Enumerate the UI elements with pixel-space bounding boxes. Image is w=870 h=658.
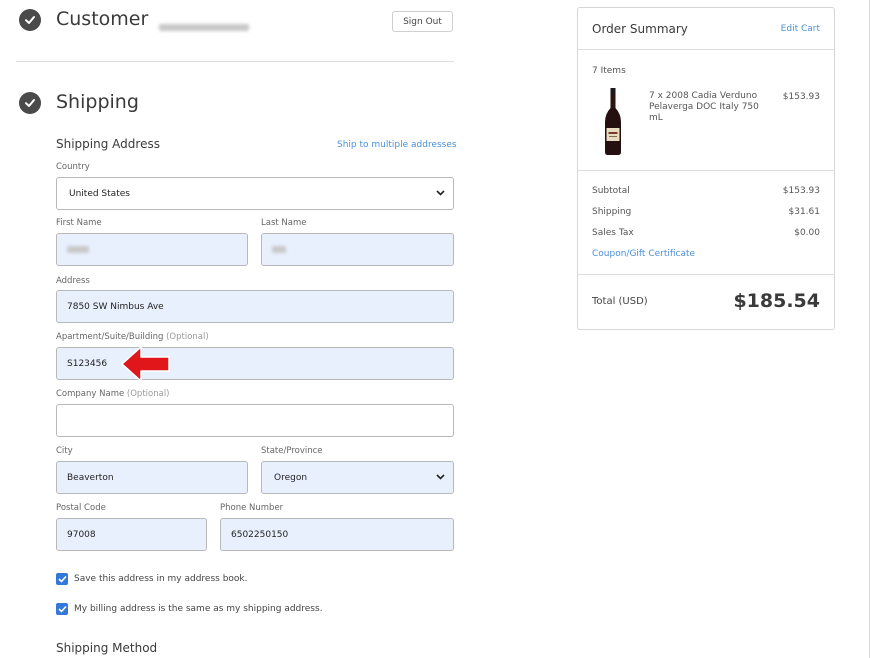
checkmark-icon <box>57 575 67 583</box>
state-select-value: Oregon <box>274 472 308 483</box>
first-name-redacted <box>67 246 89 253</box>
phone-number-input[interactable]: 6502250150 <box>220 518 454 551</box>
city-input-value: Beaverton <box>67 472 114 483</box>
shipping-cost-value: $31.61 <box>788 207 821 217</box>
phone-number-input-value: 6502250150 <box>231 529 289 540</box>
billing-same-checkbox[interactable] <box>56 603 68 615</box>
shipping-method-title: Shipping Method <box>56 641 158 655</box>
address-input-value: 7850 SW Nimbus Ave <box>67 301 164 312</box>
order-summary-title: Order Summary <box>592 22 688 36</box>
summary-divider <box>578 274 834 275</box>
save-address-label[interactable]: Save this address in my address book. <box>74 574 248 584</box>
summary-divider <box>578 170 834 171</box>
apartment-label-text: Apartment/Suite/Building <box>56 332 164 342</box>
shipping-cost-label: Shipping <box>592 207 632 217</box>
sign-out-button[interactable]: Sign Out <box>392 11 453 32</box>
last-name-redacted <box>272 246 286 253</box>
total-value: $185.54 <box>733 290 820 312</box>
subtotal-label: Subtotal <box>592 186 630 196</box>
country-select[interactable]: United States <box>56 177 454 210</box>
red-arrow-icon <box>120 345 172 387</box>
customer-email-redacted <box>159 16 249 35</box>
shipping-step-check-icon <box>19 92 41 114</box>
edit-cart-link[interactable]: Edit Cart <box>781 24 820 34</box>
country-label: Country <box>56 162 90 172</box>
phone-number-label: Phone Number <box>220 503 284 513</box>
first-name-label: First Name <box>56 218 102 228</box>
postal-code-input-value: 97008 <box>67 529 96 540</box>
first-name-input[interactable] <box>56 233 248 266</box>
subtotal-value: $153.93 <box>782 186 820 196</box>
shipping-step-title: Shipping <box>56 91 139 113</box>
last-name-input[interactable] <box>261 233 454 266</box>
customer-step-title: Customer <box>56 8 149 30</box>
state-select[interactable]: Oregon <box>261 461 454 494</box>
company-input[interactable] <box>56 404 454 437</box>
city-input[interactable]: Beaverton <box>56 461 248 494</box>
apartment-label: Apartment/Suite/Building (Optional) <box>56 332 209 342</box>
last-name-label: Last Name <box>261 218 307 228</box>
address-input[interactable]: 7850 SW Nimbus Ave <box>56 290 454 323</box>
wine-bottle-icon <box>603 88 623 160</box>
checkmark-icon <box>57 605 67 613</box>
postal-code-input[interactable]: 97008 <box>56 518 207 551</box>
chevron-down-icon <box>436 473 445 483</box>
sales-tax-value: $0.00 <box>794 228 820 238</box>
postal-code-label: Postal Code <box>56 503 106 513</box>
total-label: Total (USD) <box>592 296 648 307</box>
apartment-input[interactable]: S123456 <box>56 347 454 380</box>
save-address-checkbox[interactable] <box>56 573 68 585</box>
country-select-value: United States <box>69 188 130 199</box>
customer-step-check-icon <box>19 9 41 31</box>
coupon-gift-certificate-link[interactable]: Coupon/Gift Certificate <box>592 249 695 259</box>
city-label: City <box>56 446 73 456</box>
apartment-input-value: S123456 <box>67 358 108 369</box>
step-divider <box>16 61 454 62</box>
summary-divider <box>578 49 834 50</box>
cart-item-name: 7 x 2008 Cadia Verduno Pelaverga DOC Ita… <box>649 91 759 123</box>
company-optional-text: (Optional) <box>126 389 170 399</box>
items-count: 7 Items <box>592 66 626 76</box>
billing-same-label[interactable]: My billing address is the same as my shi… <box>74 604 323 614</box>
cart-item-price: $153.93 <box>782 92 820 102</box>
apartment-optional-text: (Optional) <box>166 332 209 342</box>
shipping-address-title: Shipping Address <box>56 137 160 151</box>
address-label: Address <box>56 276 90 286</box>
ship-multiple-addresses-link[interactable]: Ship to multiple addresses <box>337 140 457 150</box>
order-summary-panel: Order Summary Edit Cart 7 Items 7 x 2008… <box>577 7 835 330</box>
state-label: State/Province <box>261 446 323 456</box>
sales-tax-label: Sales Tax <box>592 228 634 238</box>
chevron-down-icon <box>436 189 445 199</box>
company-label: Company Name (Optional) <box>56 389 170 399</box>
company-label-text: Company Name <box>56 389 125 399</box>
